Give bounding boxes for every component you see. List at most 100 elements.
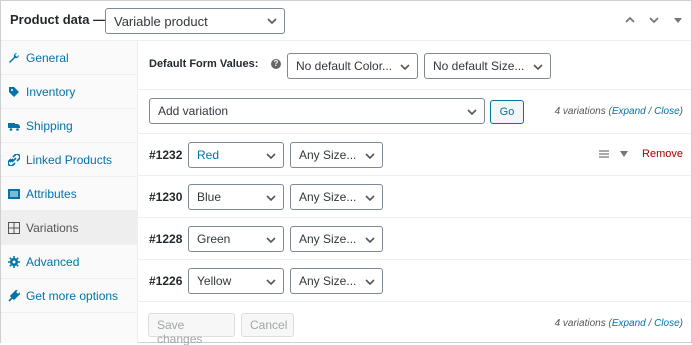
chevron-down-icon	[467, 109, 477, 116]
move-up-icon[interactable]	[623, 13, 637, 27]
tab-shipping[interactable]: Shipping	[1, 109, 137, 143]
drag-handle-icon[interactable]	[598, 149, 610, 159]
variation-row[interactable]: #1232 Red Any Size... Remove	[138, 134, 691, 176]
default-color-value: No default Color...	[296, 59, 393, 73]
truck-icon	[8, 120, 20, 132]
variation-color-select[interactable]: Red	[188, 142, 284, 168]
default-color-select[interactable]: No default Color...	[287, 53, 418, 79]
list-icon	[8, 188, 20, 200]
variation-size-select[interactable]: Any Size...	[290, 142, 383, 168]
separator: /	[645, 318, 655, 329]
variation-id: #1228	[149, 232, 183, 246]
plugin-icon	[8, 288, 21, 302]
product-data-tabs: General Inventory Shipping Linked Produc…	[1, 41, 138, 343]
add-variation-select[interactable]: Add variation	[149, 98, 485, 124]
close-paren: )	[679, 106, 683, 117]
separator: /	[645, 106, 655, 117]
variation-color-select[interactable]: Blue	[188, 184, 284, 210]
chevron-down-icon	[266, 237, 276, 244]
tab-label: General	[26, 50, 69, 65]
variation-row-tools: Remove	[598, 148, 683, 160]
variation-color-select[interactable]: Yellow	[188, 268, 284, 294]
panel-title: Product data —	[10, 12, 107, 27]
variation-size-select[interactable]: Any Size...	[290, 268, 383, 294]
tab-general[interactable]: General	[1, 41, 137, 75]
tab-label: Linked Products	[26, 152, 113, 167]
add-variation-row: Add variation Go 4 variations (Expand / …	[138, 90, 691, 134]
variations-panel: Default Form Values: ? No default Color.…	[138, 41, 691, 345]
help-icon[interactable]: ?	[271, 59, 281, 69]
close-link[interactable]: Close	[654, 318, 680, 329]
variations-count: 4 variations (Expand / Close)	[555, 106, 683, 117]
chevron-down-icon	[400, 64, 410, 71]
tab-get-more-options[interactable]: Get more options	[1, 279, 137, 313]
variation-row[interactable]: #1228 Green Any Size...	[138, 218, 691, 260]
variation-id: #1232	[149, 148, 183, 162]
variation-size-value: Any Size...	[299, 232, 357, 246]
tab-label: Attributes	[26, 186, 77, 201]
remove-link[interactable]: Remove	[642, 148, 683, 160]
variation-size-select[interactable]: Any Size...	[290, 184, 383, 210]
move-down-icon[interactable]	[647, 13, 661, 27]
variations-count: 4 variations (Expand / Close)	[555, 318, 683, 329]
wrench-icon	[8, 52, 20, 64]
cancel-button[interactable]: Cancel	[241, 313, 294, 337]
tab-label: Shipping	[26, 118, 73, 133]
default-size-select[interactable]: No default Size...	[424, 53, 551, 79]
tab-variations[interactable]: Variations	[1, 211, 137, 245]
variations-count-text: 4 variations (	[554, 318, 612, 329]
collapse-toggle-icon[interactable]	[671, 13, 685, 27]
default-form-values-label: Default Form Values:	[149, 58, 259, 70]
tab-inventory[interactable]: Inventory	[1, 75, 137, 109]
chevron-down-icon	[267, 18, 277, 25]
variation-size-value: Any Size...	[299, 148, 357, 162]
default-size-value: No default Size...	[433, 59, 525, 73]
variation-color-value: Blue	[197, 190, 222, 204]
product-type-value: Variable product	[114, 14, 208, 29]
variation-size-value: Any Size...	[299, 274, 357, 288]
tag-icon	[8, 86, 20, 98]
tab-label: Inventory	[26, 84, 76, 99]
panel-header: Product data — Variable product	[1, 1, 691, 41]
tab-label: Get more options	[26, 288, 119, 303]
chevron-down-icon	[533, 64, 543, 71]
link-icon	[7, 152, 21, 167]
close-paren: )	[679, 318, 683, 329]
variation-color-select[interactable]: Green	[188, 226, 284, 252]
variations-footer: Save changes Cancel 4 variations (Expand…	[138, 302, 691, 345]
variation-color-value: Green	[197, 232, 231, 246]
tab-advanced[interactable]: Advanced	[1, 245, 137, 279]
variation-row[interactable]: #1226 Yellow Any Size...	[138, 260, 691, 302]
chevron-down-icon	[266, 195, 276, 202]
chevron-down-icon	[266, 279, 276, 286]
tab-label: Variations	[26, 220, 79, 235]
save-changes-button[interactable]: Save changes	[148, 313, 235, 345]
variation-id: #1230	[149, 190, 183, 204]
variations-count-text: 4 variations (	[554, 106, 612, 117]
variation-size-select[interactable]: Any Size...	[290, 226, 383, 252]
expand-link[interactable]: Expand	[612, 106, 646, 117]
default-form-values-row: Default Form Values: ? No default Color.…	[138, 41, 691, 90]
gear-icon	[8, 255, 20, 268]
grid-icon	[8, 221, 20, 234]
add-variation-value: Add variation	[158, 104, 229, 118]
variation-color-value: Yellow	[197, 274, 232, 288]
variation-row[interactable]: #1230 Blue Any Size...	[138, 176, 691, 218]
tab-linked-products[interactable]: Linked Products	[1, 143, 137, 177]
go-button[interactable]: Go	[490, 100, 524, 124]
chevron-down-icon	[365, 153, 375, 160]
chevron-down-icon	[365, 279, 375, 286]
variation-id: #1226	[149, 274, 183, 288]
chevron-down-icon	[266, 153, 276, 160]
tab-label: Advanced	[26, 254, 80, 269]
product-type-select[interactable]: Variable product	[105, 8, 285, 34]
chevron-down-icon	[365, 195, 375, 202]
close-link[interactable]: Close	[654, 106, 680, 117]
variation-size-value: Any Size...	[299, 190, 357, 204]
expand-link[interactable]: Expand	[612, 318, 646, 329]
variation-color-value: Red	[197, 148, 220, 162]
expand-toggle-icon[interactable]	[620, 151, 629, 157]
tab-attributes[interactable]: Attributes	[1, 177, 137, 211]
product-data-panel: Product data — Variable product General …	[0, 0, 692, 345]
panel-controls	[623, 13, 685, 27]
